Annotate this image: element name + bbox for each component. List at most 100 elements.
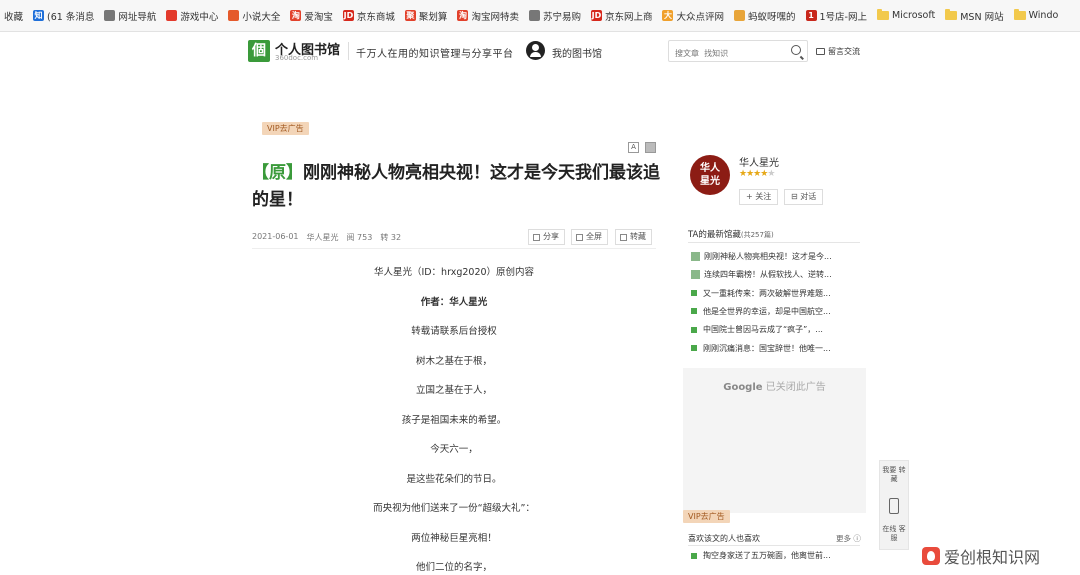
article-shares: 转 32 — [380, 233, 402, 242]
bookmark-item[interactable]: 网址导航 — [100, 9, 162, 23]
article-title: 【原】刚刚神秘人物亮相央视！这才是今天我们最该追的星！ — [252, 160, 662, 214]
my-library-link[interactable]: 我的图书馆 — [552, 45, 602, 60]
bookmark-item[interactable]: 淘爱淘宝 — [286, 9, 339, 23]
bookmark-label: 游戏中心 — [180, 11, 219, 23]
list-item[interactable]: 掏空身家送了五万碗面，他离世前... — [691, 550, 831, 561]
bullet-icon — [691, 290, 697, 297]
latest-count: (共257篇) — [740, 231, 774, 239]
bookmark-item[interactable]: 小说大全 — [224, 9, 286, 23]
bookmark-item[interactable]: 苏宁易购 — [525, 9, 587, 23]
layout-tool-icon[interactable] — [645, 142, 656, 153]
sidebar-vip-remove-ads-tag[interactable]: VIP去广告 — [683, 510, 730, 523]
original-badge-icon — [691, 252, 700, 261]
share-label: 分享 — [543, 232, 559, 241]
latest-item-text: 刚刚神秘人物亮相央视！这才是今... — [704, 252, 832, 261]
ad-placeholder: Google 已关闭此广告 — [683, 368, 866, 513]
site-logo-subtitle: 360doc.com — [275, 54, 319, 62]
vip-remove-ads-tag[interactable]: VIP去广告 — [262, 122, 309, 135]
save-button[interactable]: 转藏 — [615, 229, 652, 245]
search-input[interactable] — [669, 43, 779, 64]
bookmark-label: 收藏 — [4, 11, 24, 23]
article-title-text: 刚刚神秘人物亮相央视！这才是今天我们最该追的星！ — [252, 163, 660, 210]
also-liked-divider — [688, 545, 860, 546]
bookmark-label: 爱淘宝 — [304, 11, 333, 23]
bookmark-item[interactable]: 蚂蚁呀嘿的 — [730, 9, 802, 23]
taobao-icon: 淘 — [457, 10, 469, 21]
bookmark-label: 聚划算 — [418, 11, 448, 23]
ad-closed-text: Google 已关闭此广告 — [683, 378, 866, 393]
folder-icon — [945, 9, 958, 20]
article-paragraph: 两位神秘巨星亮相！ — [411, 532, 497, 544]
save-to-library-button[interactable]: 我要 转藏 — [880, 466, 908, 484]
author-card: 华人星光 华人星光 ★★★★★ + 关注 ⊟ 对话 — [683, 145, 863, 215]
site-logo[interactable]: 個 — [248, 40, 270, 62]
bookmark-item[interactable]: 淘淘宝网特卖 — [453, 9, 525, 23]
author-name[interactable]: 华人星光 — [739, 154, 779, 169]
latest-title: TA的最新馆藏 — [688, 230, 741, 240]
jd-icon: JD — [590, 10, 602, 21]
list-item[interactable]: 又一重耗传来：两次破解世界难题... — [691, 288, 831, 299]
search-icon[interactable] — [791, 45, 801, 55]
fullscreen-button[interactable]: 全屏 — [571, 229, 608, 245]
message-link[interactable]: 留言交流 — [816, 46, 860, 57]
online-service-button[interactable]: 在线 客服 — [880, 525, 908, 543]
bookmark-label: MSN 网站 — [960, 11, 1004, 23]
share-button[interactable]: 分享 — [528, 229, 565, 245]
bookmark-item[interactable]: 游戏中心 — [162, 9, 224, 23]
juhuasuan-icon: 聚 — [404, 10, 416, 21]
watermark-logo-icon — [922, 547, 940, 565]
bookmark-item[interactable]: MSN 网站 — [941, 9, 1009, 23]
article-paragraph: 作者：华人星光 — [420, 296, 488, 308]
article-reads: 阅 753 — [346, 233, 373, 242]
bookmark-item[interactable]: 知 (61 条消息 — [29, 9, 100, 23]
list-item[interactable]: 中国院士曾因马云成了“疯子”，... — [691, 324, 823, 335]
bookmark-item[interactable]: 聚聚划算 — [401, 9, 454, 23]
article-paragraph: 立国之基在于人， — [415, 385, 492, 396]
original-badge-icon — [691, 270, 700, 280]
author-rating: ★★★★★ — [739, 169, 775, 179]
fullscreen-icon — [576, 233, 583, 241]
sidebar-divider — [688, 242, 860, 243]
list-item[interactable]: 刚刚神秘人物亮相央视！这才是今... — [691, 251, 832, 262]
article-paragraph: 转载请联系后台授权 — [411, 326, 497, 337]
bookmark-label: 1号店-网上 — [819, 11, 867, 23]
bookmark-label: 苏宁易购 — [542, 11, 581, 23]
chat-button[interactable]: ⊟ 对话 — [784, 189, 824, 205]
bookmark-item[interactable]: JD 京东商城 — [339, 9, 401, 23]
latest-item-text: 他是全世界的幸运，却是中国航空... — [703, 306, 831, 316]
taobao-icon: 淘 — [290, 10, 302, 21]
bookmark-item[interactable]: 1 1号店-网上 — [802, 9, 873, 23]
article-paragraph: 今天六一， — [430, 444, 478, 455]
article-paragraph: 而央视为他们送来了一份“超级大礼”： — [373, 503, 535, 514]
header-divider — [348, 42, 349, 60]
font-size-tool[interactable]: A — [628, 142, 639, 153]
author-avatar-text: 华人星光 — [700, 163, 720, 187]
bookmark-item[interactable]: 收藏 — [0, 9, 29, 23]
bookmark-item[interactable]: 大大众点评网 — [658, 9, 730, 23]
bookmark-label: 小说大全 — [242, 11, 281, 23]
bookmark-item[interactable]: Windo — [1010, 9, 1065, 21]
follow-button[interactable]: + 关注 — [739, 189, 779, 205]
bookmark-label: Windo — [1028, 10, 1059, 21]
bookmark-label: Microsoft — [892, 10, 936, 21]
article-author[interactable]: 华人星光 — [307, 232, 339, 243]
globe-icon — [104, 10, 116, 21]
user-avatar-icon[interactable] — [526, 41, 545, 60]
ant-icon — [734, 10, 745, 21]
fullscreen-label: 全屏 — [586, 232, 602, 241]
bookmark-label: (61 条消息 — [47, 11, 95, 23]
mobile-phone-icon[interactable] — [889, 498, 899, 514]
search-box — [668, 40, 808, 64]
latest-item-text: 中国院士曾因马云成了“疯子”，... — [703, 325, 823, 335]
author-avatar[interactable]: 华人星光 — [690, 155, 730, 195]
article-paragraph: 华人星光（ID：hrxg2020）原创内容 — [373, 267, 535, 278]
list-item[interactable]: 连续四年霸榜！从假软找人、逆转... — [691, 269, 832, 280]
bookmark-item[interactable]: Microsoft — [873, 9, 941, 21]
list-item[interactable]: 他是全世界的幸运，却是中国航空... — [691, 306, 831, 317]
more-label: 更多 — [836, 534, 851, 543]
bookmark-item[interactable]: JD 京东网上商 — [587, 9, 659, 23]
also-liked-more-link[interactable]: 更多 ⓘ — [836, 533, 861, 544]
list-item[interactable]: 刚刚沉痛消息：国宝辞世！他唯一... — [691, 343, 831, 354]
google-label: Google — [723, 382, 763, 393]
book-icon — [228, 10, 240, 21]
